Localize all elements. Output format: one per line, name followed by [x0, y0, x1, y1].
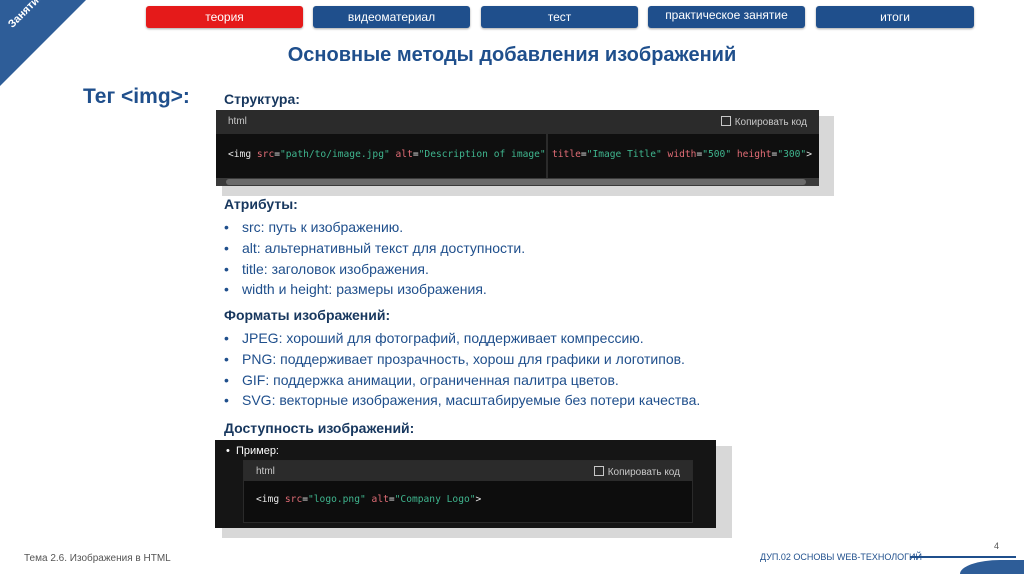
accessibility-heading: Доступность изображений: [224, 420, 415, 436]
code-token-tag: > [475, 494, 482, 505]
tab-label: итоги [880, 10, 910, 24]
tab-label: теория [205, 10, 244, 24]
copy-label: Копировать код [607, 467, 680, 478]
attributes-list: • src: путь к изображению. • alt: альтерна… [224, 217, 525, 300]
page-title: Основные методы добавления изображений [287, 44, 737, 66]
code-token-attr: title [552, 149, 581, 160]
code-token-tag: > [806, 149, 812, 160]
bullet: • [224, 350, 229, 367]
bullet: • [224, 260, 229, 277]
tab-video[interactable]: видеоматериал [313, 6, 470, 28]
bullet: • [224, 219, 229, 235]
formats-heading: Форматы изображений: [224, 307, 391, 323]
section-label: Тег <img>: [83, 85, 190, 108]
bullet: • [224, 330, 229, 346]
code-language: html [228, 116, 247, 127]
tab-label: тест [547, 10, 572, 24]
code-token-str: "500" [702, 149, 732, 160]
code-token-attr: alt [371, 494, 389, 505]
bullet: • [224, 239, 229, 256]
copy-icon [720, 116, 731, 126]
tab-label: видеоматериал [347, 10, 436, 24]
code-token-tag: <img [256, 494, 285, 505]
list-item: • width и height: размеры изображения. [224, 279, 525, 300]
example-block: • Пример: html Копировать код <img src="… [215, 440, 716, 528]
bullet: • [224, 371, 229, 388]
code-token-attr: src [256, 149, 275, 160]
page-number: 4 [994, 541, 1000, 551]
list-item-text: width и height: размеры изображения. [242, 281, 487, 298]
bullet: • [226, 445, 236, 457]
tab-results[interactable]: итоги [816, 6, 974, 28]
code-divider [546, 134, 548, 178]
code-token-attr: height [736, 149, 772, 160]
list-item-text: src: путь к изображению. [242, 219, 404, 235]
tab-label: практическое занятие [665, 8, 788, 22]
code-token-str: "Company Logo" [394, 494, 476, 505]
copy-icon [593, 466, 604, 476]
tab-test[interactable]: тест [481, 6, 638, 28]
slide: Занятие 1 теория видеоматериал тест прак… [0, 0, 1024, 574]
list-item: • src: путь к изображению. [224, 217, 525, 238]
code-line-continued: title="Image Title" width="500" height="… [552, 149, 812, 160]
code-header: html Копировать код [216, 110, 819, 134]
code-token-str: "Image Title" [586, 149, 662, 160]
list-item-text: PNG: поддерживает прозрачность, хорош дл… [242, 350, 685, 367]
footer-topic: Тема 2.6. Изображения в HTML [24, 553, 171, 564]
code-token-attr: src [284, 494, 303, 505]
code-token-attr: width [667, 149, 697, 160]
copy-code-button[interactable]: Копировать код [720, 116, 807, 128]
structure-heading: Структура: [224, 91, 300, 107]
attributes-heading: Атрибуты: [224, 196, 298, 212]
tab-practice[interactable]: практическое занятие [648, 6, 805, 28]
list-item: • GIF: поддержка анимации, ограниченная п… [224, 370, 700, 391]
tab-theory[interactable]: теория [146, 6, 303, 28]
example-label-text: Пример: [235, 445, 279, 457]
list-item: • PNG: поддерживает прозрачность, хорош д… [224, 349, 700, 370]
code-token-str: "path/to/image.jpg" [280, 149, 390, 160]
list-item: • SVG: векторные изображения, масштабируе… [224, 390, 700, 411]
code-token-tag: <img [228, 149, 257, 160]
list-item: • alt: альтернативный текст для доступнос… [224, 238, 525, 259]
lesson-corner-ribbon [0, 0, 86, 86]
code-language: html [256, 466, 275, 477]
code-line: <img src="path/to/image.jpg" alt="Descri… [228, 149, 546, 160]
list-item-text: JPEG: хороший для фотографий, поддержива… [242, 330, 644, 346]
code-line: <img src="logo.png" alt="Company Logo"> [256, 494, 481, 505]
list-item-text: GIF: поддержка анимации, ограниченная па… [242, 371, 619, 388]
bullet: • [224, 281, 229, 298]
code-token-str: "Description of image" [418, 149, 546, 160]
list-item-text: title: заголовок изображения. [242, 260, 429, 277]
scrollbar-thumb[interactable] [226, 179, 806, 185]
footer-swoosh [960, 560, 1024, 574]
horizontal-scrollbar[interactable] [216, 178, 819, 186]
formats-list: • JPEG: хороший для фотографий, поддержив… [224, 328, 700, 411]
list-item: • title: заголовок изображения. [224, 259, 525, 280]
footer-course: ДУП.02 ОСНОВЫ WEB-ТЕХНОЛОГИЙ [760, 552, 922, 562]
copy-code-button[interactable]: Копировать код [593, 466, 680, 478]
example-label: • Пример: [226, 445, 279, 457]
code-token-attr: alt [395, 149, 413, 160]
footer-line [910, 556, 1016, 558]
list-item-text: alt: альтернативный текст для доступност… [242, 239, 526, 256]
code-header: html Копировать код [244, 461, 692, 481]
code-block-example: html Копировать код <img src="logo.png" … [243, 460, 693, 523]
code-block-structure: html Копировать код <img src="path/to/im… [216, 110, 819, 186]
code-token-str: "logo.png" [308, 494, 366, 505]
list-item: • JPEG: хороший для фотографий, поддержив… [224, 328, 700, 349]
bullet: • [224, 392, 229, 409]
code-token-str: "300" [777, 149, 807, 160]
list-item-text: SVG: векторные изображения, масштабируем… [242, 392, 701, 409]
copy-label: Копировать код [734, 117, 807, 128]
